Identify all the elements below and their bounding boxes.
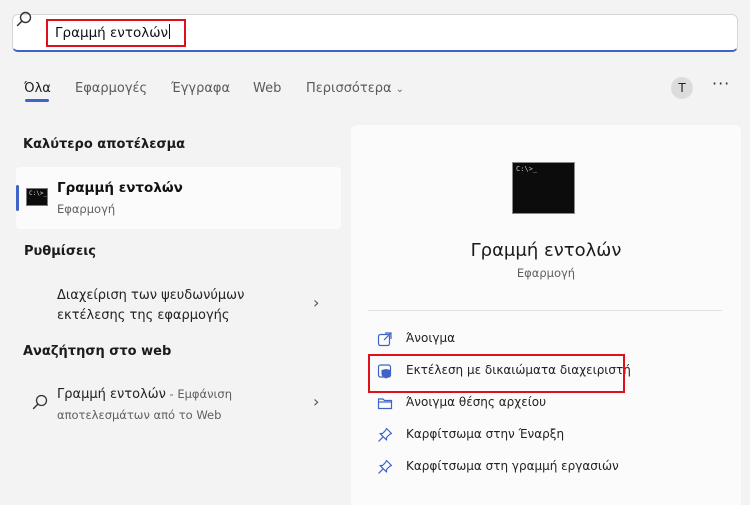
best-match-name: Γραμμή εντολών <box>57 180 183 196</box>
web-search-query: Γραμμή εντολών <box>57 387 166 402</box>
more-options-button[interactable]: ··· <box>712 74 730 93</box>
tab-active-indicator <box>25 99 49 102</box>
web-search-heading: Αναζήτηση στο web <box>23 344 172 359</box>
detail-app-type: Εφαρμογή <box>516 266 576 280</box>
chevron-right-icon: › <box>313 392 320 411</box>
command-prompt-icon: C:\>_ <box>26 188 48 206</box>
best-match-card[interactable] <box>16 167 341 229</box>
best-match-heading: Καλύτερο αποτέλεσμα <box>23 137 186 152</box>
search-input[interactable]: Γραμμή εντολών <box>46 19 186 47</box>
settings-heading: Ρυθμίσεις <box>24 244 97 259</box>
chevron-down-icon: ⌄ <box>395 84 404 95</box>
detail-app-title: Γραμμή εντολών <box>470 240 622 261</box>
tab-more[interactable]: Περισσότερα ⌄ <box>306 81 404 96</box>
avatar[interactable]: T <box>671 77 693 99</box>
tab-documents[interactable]: Έγγραφα <box>171 81 230 96</box>
action-open-file-location-label: Άνοιγμα θέσης αρχείου <box>406 395 547 409</box>
search-query: Γραμμή εντολών <box>55 25 169 41</box>
folder-icon <box>377 398 393 410</box>
command-prompt-icon: C:\>_ <box>512 162 575 214</box>
open-external-icon <box>377 332 392 347</box>
search-icon <box>32 394 48 410</box>
action-pin-start-label: Καρφίτσωμα στην Έναρξη <box>406 427 565 441</box>
tab-apps[interactable]: Εφαρμογές <box>75 81 147 96</box>
selection-indicator <box>16 185 19 211</box>
best-match-type: Εφαρμογή <box>57 202 116 216</box>
action-pin-taskbar-label: Καρφίτσωμα στη γραμμή εργασιών <box>406 459 619 473</box>
pin-icon <box>378 427 393 442</box>
action-open-label: Άνοιγμα <box>406 331 456 345</box>
tab-all[interactable]: Όλα <box>24 81 51 96</box>
tab-more-label: Περισσότερα <box>306 81 392 96</box>
chevron-right-icon: › <box>313 293 320 312</box>
pin-icon <box>378 459 393 474</box>
search-icon <box>16 11 32 27</box>
divider <box>368 310 722 311</box>
tab-web[interactable]: Web <box>253 81 281 96</box>
highlight-box <box>368 354 625 393</box>
web-search-item[interactable]: Γραμμή εντολών - Εμφάνιση αποτελεσμάτων … <box>57 384 307 426</box>
text-caret <box>169 24 171 39</box>
settings-item-app-aliases[interactable]: Διαχείριση των ψευδωνύμων εκτέλεσης της … <box>57 286 297 326</box>
